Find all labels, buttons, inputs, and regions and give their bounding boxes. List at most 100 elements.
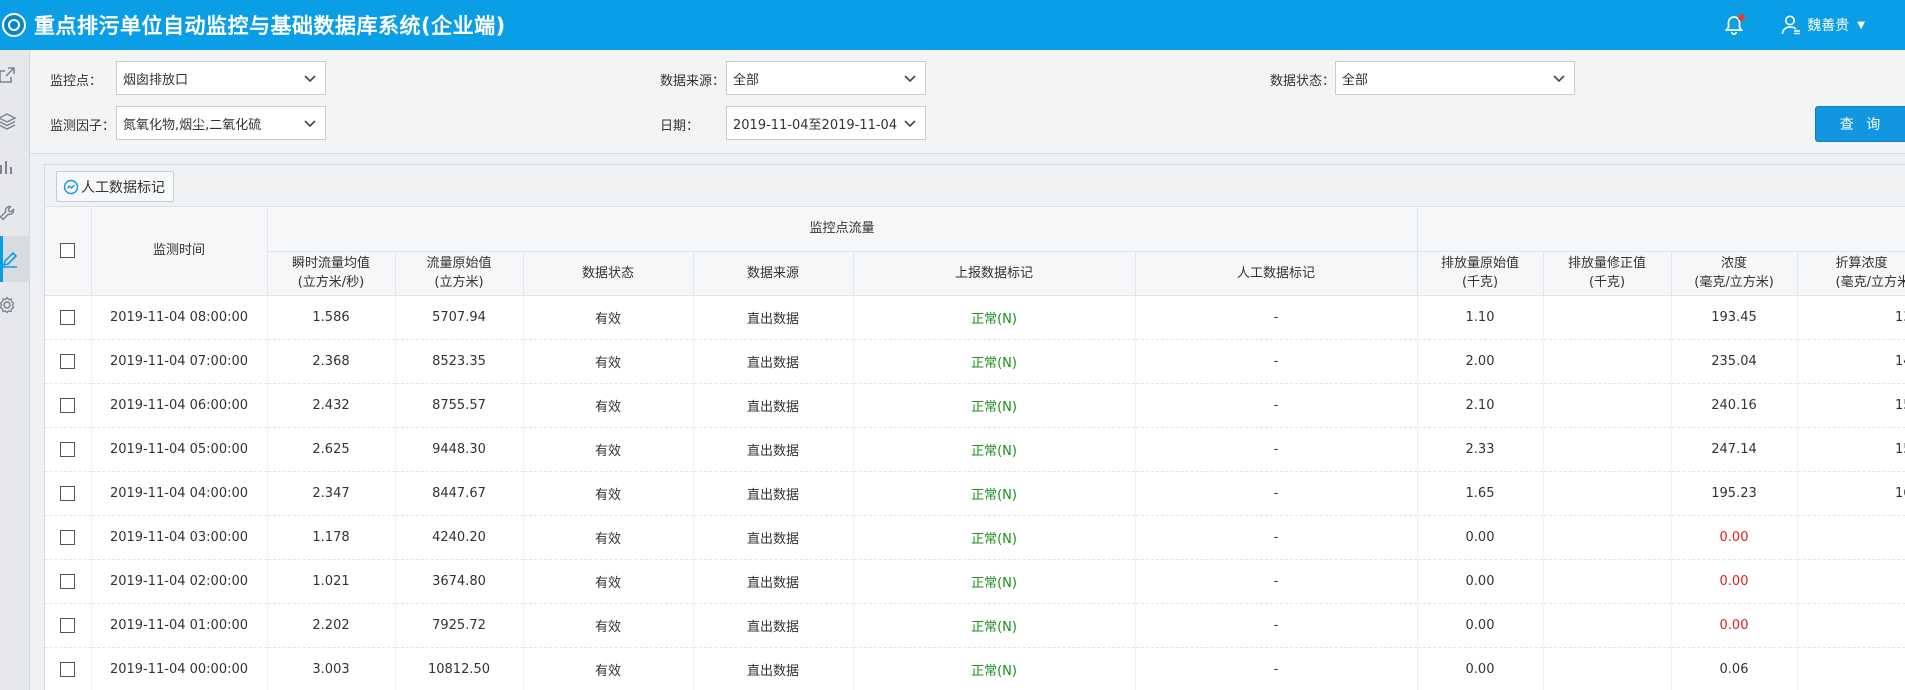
cell-emission-raw: 0.00 (1417, 559, 1544, 604)
table-row[interactable]: 2019-11-04 08:00:00 1.586 5707.94 有效 直出数据 正常(… (45, 295, 1905, 340)
cell-source: 直出数据 (693, 339, 854, 384)
cell-source: 直出数据 (693, 559, 854, 604)
cell-flow-avg: 1.021 (267, 559, 396, 604)
table-row[interactable]: 2019-11-04 06:00:00 2.432 8755.57 有效 直出数据 正常(… (45, 383, 1905, 428)
cell-emission-raw: 0.00 (1417, 603, 1544, 648)
cell-flow-avg: 2.625 (267, 427, 396, 472)
sidebar-item-layers[interactable] (0, 98, 30, 144)
monitor-point-label: 监控点： (50, 74, 103, 89)
col-status: 数据状态 (523, 251, 694, 296)
row-checkbox[interactable] (60, 617, 76, 633)
filter-panel: 监控点： 烟囱排放口 数据来源： 全部 数据状态： 全部 监测因子： 氮氧化物,… (30, 50, 1905, 154)
row-checkbox[interactable] (60, 441, 76, 457)
cell-source: 直出数据 (693, 383, 854, 428)
manual-mark-button[interactable]: 人工数据标记 (56, 171, 174, 202)
table-row[interactable]: 2019-11-04 01:00:00 2.202 7925.72 有效 直出数据 正常(… (45, 603, 1905, 648)
cell-converted-concentration: 0.00 (1797, 603, 1905, 648)
cell-flow-raw: 8447.67 (395, 471, 524, 516)
cell-converted-concentration: 150.80 (1797, 383, 1905, 428)
cell-time: 2019-11-04 05:00:00 (91, 427, 268, 472)
factor-select[interactable]: 氮氧化物,烟尘,二氧化硫 (116, 106, 326, 140)
row-checkbox[interactable] (60, 573, 76, 589)
user-menu[interactable]: 魏善贵 (1807, 15, 1849, 35)
table-toolbar: 人工数据标记 (45, 165, 1905, 207)
cell-manual-mark: - (1135, 471, 1418, 516)
cell-emission-fix (1543, 383, 1672, 428)
cell-flow-avg: 1.586 (267, 295, 396, 340)
cell-converted-concentration: 156.00 (1797, 427, 1905, 472)
cell-concentration: 193.45 (1671, 295, 1798, 340)
row-checkbox[interactable] (60, 353, 76, 369)
sidebar-item-settings[interactable] (0, 282, 30, 328)
data-status-select[interactable]: 全部 (1335, 61, 1575, 95)
cell-time: 2019-11-04 06:00:00 (91, 383, 268, 428)
sidebar-item-maintenance[interactable] (0, 190, 30, 236)
cell-converted-concentration: 0.00 (1797, 559, 1905, 604)
cell-emission-raw: 1.65 (1417, 471, 1544, 516)
gear-icon (0, 296, 15, 314)
chevron-down-icon (1553, 75, 1565, 83)
table-row[interactable]: 2019-11-04 05:00:00 2.625 9448.30 有效 直出数据 正常(… (45, 427, 1905, 472)
row-checkbox[interactable] (60, 661, 76, 677)
group-header-flow: 监控点流量 (267, 207, 1418, 252)
cell-source: 直出数据 (693, 647, 854, 690)
cell-report-mark: 正常(N) (853, 603, 1136, 648)
logo (2, 13, 26, 37)
cell-emission-fix (1543, 471, 1672, 516)
table-row[interactable]: 2019-11-04 07:00:00 2.368 8523.35 有效 直出数据 正常(… (45, 339, 1905, 384)
row-checkbox[interactable] (60, 529, 76, 545)
cell-emission-raw: 1.10 (1417, 295, 1544, 340)
data-source-label: 数据来源： (660, 74, 726, 89)
col-emission-fix: 排放量修正值 (千克) (1543, 251, 1672, 296)
row-checkbox[interactable] (60, 309, 76, 325)
date-label: 日期： (660, 119, 700, 134)
sidebar-item-statistics[interactable] (0, 144, 30, 190)
table-row[interactable]: 2019-11-04 03:00:00 1.178 4240.20 有效 直出数据 正常(… (45, 515, 1905, 560)
cell-flow-avg: 1.178 (267, 515, 396, 560)
data-source-select[interactable]: 全部 (726, 61, 926, 95)
cell-flow-avg: 3.003 (267, 647, 396, 690)
table-row[interactable]: 2019-11-04 04:00:00 2.347 8447.67 有效 直出数据 正常(… (45, 471, 1905, 516)
col-report-mark: 上报数据标记 (853, 251, 1136, 296)
row-select-cell (45, 603, 92, 648)
cell-emission-fix (1543, 295, 1672, 340)
manual-mark-label: 人工数据标记 (81, 179, 165, 196)
cell-flow-raw: 5707.94 (395, 295, 524, 340)
row-select-cell (45, 647, 92, 690)
table-row[interactable]: 2019-11-04 00:00:00 3.003 10812.50 有效 直出数据 正常… (45, 647, 1905, 690)
cell-emission-fix (1543, 515, 1672, 560)
cell-source: 直出数据 (693, 603, 854, 648)
cell-source: 直出数据 (693, 427, 854, 472)
cell-concentration: 0.06 (1671, 647, 1798, 690)
bell-icon[interactable] (1723, 14, 1746, 36)
cell-flow-avg: 2.347 (267, 471, 396, 516)
row-select-cell (45, 559, 92, 604)
select-all-checkbox[interactable] (60, 243, 76, 259)
cell-source: 直出数据 (693, 471, 854, 516)
cell-flow-avg: 2.368 (267, 339, 396, 384)
sidebar-item-data-mark[interactable] (0, 236, 30, 282)
row-checkbox[interactable] (60, 397, 76, 413)
monitor-point-select[interactable]: 烟囱排放口 (116, 61, 326, 95)
col-flow-raw: 流量原始值 (立方米) (395, 251, 524, 296)
date-range-select[interactable]: 2019-11-04至2019-11-04 (726, 106, 926, 140)
row-checkbox[interactable] (60, 485, 76, 501)
cell-time: 2019-11-04 07:00:00 (91, 339, 268, 384)
chevron-down-icon[interactable]: ▼ (1857, 20, 1865, 31)
top-header: 重点排污单位自动监控与基础数据库系统(企业端) 魏善贵 ▼ (0, 0, 1905, 50)
date-range-value: 2019-11-04至2019-11-04 (733, 117, 898, 133)
layers-icon (0, 113, 16, 130)
cell-converted-concentration: 0.06 (1797, 647, 1905, 690)
cell-flow-avg: 2.432 (267, 383, 396, 428)
col-source: 数据来源 (693, 251, 854, 296)
cell-flow-raw: 4240.20 (395, 515, 524, 560)
sidebar-item-export[interactable] (0, 52, 30, 98)
col-converted-concentration: 折算浓度(毫克/立方米) (1797, 251, 1905, 296)
cell-flow-avg: 2.202 (267, 603, 396, 648)
data-status-label: 数据状态： (1270, 74, 1336, 89)
table-row[interactable]: 2019-11-04 02:00:00 1.021 3674.80 有效 直出数据 正常(… (45, 559, 1905, 604)
cell-emission-raw: 0.00 (1417, 515, 1544, 560)
query-button[interactable]: 查 询 (1815, 106, 1905, 142)
monitor-point-value: 烟囱排放口 (123, 72, 189, 88)
cell-time: 2019-11-04 04:00:00 (91, 471, 268, 516)
